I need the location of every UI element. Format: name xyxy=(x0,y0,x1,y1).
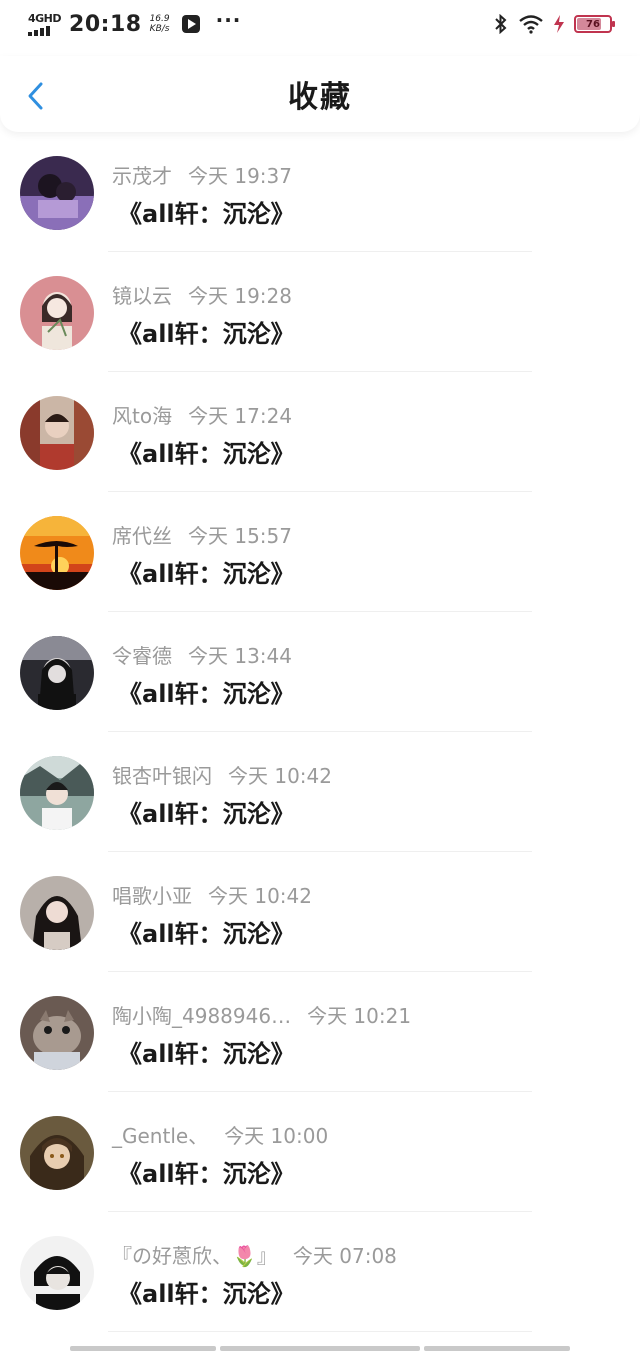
avatar[interactable] xyxy=(20,636,94,710)
username[interactable]: 银杏叶银闪 xyxy=(112,760,212,789)
username[interactable]: 陶小陶_4988946… xyxy=(112,1000,291,1029)
item-meta: 陶小陶_4988946… 今天 10:21 xyxy=(112,1000,411,1029)
item-meta: 席代丝 今天 15:57 xyxy=(112,520,292,549)
list-item[interactable]: 陶小陶_4988946… 今天 10:21 《all轩：沉沦》 xyxy=(0,972,640,1092)
bottom-indicator xyxy=(70,1346,570,1351)
page-title: 收藏 xyxy=(288,80,352,115)
item-meta: 镜以云 今天 19:28 xyxy=(112,280,292,309)
bluetooth-icon xyxy=(495,14,507,34)
indicator-segment xyxy=(220,1346,420,1351)
timestamp: 今天 15:57 xyxy=(188,524,292,548)
item-title[interactable]: 《all轩：沉沦》 xyxy=(118,1154,295,1189)
item-title[interactable]: 《all轩：沉沦》 xyxy=(118,1034,295,1069)
network-type: 4GHD xyxy=(28,11,62,25)
item-meta: 唱歌小亚 今天 10:42 xyxy=(112,880,312,909)
item-title[interactable]: 《all轩：沉沦》 xyxy=(118,314,295,349)
wifi-icon xyxy=(519,15,543,34)
avatar[interactable] xyxy=(20,156,94,230)
item-meta: 银杏叶银闪 今天 10:42 xyxy=(112,760,332,789)
username[interactable]: 令睿德 xyxy=(112,640,172,669)
timestamp: 今天 10:00 xyxy=(224,1124,329,1148)
item-title[interactable]: 《all轩：沉沦》 xyxy=(118,1274,295,1309)
list-item[interactable]: 示茂才 今天 19:37 《all轩：沉沦》 xyxy=(0,132,640,252)
more-notifications-icon: ··· xyxy=(215,8,242,32)
avatar[interactable] xyxy=(20,996,94,1070)
battery-level: 76 xyxy=(586,18,600,30)
list-item[interactable]: 唱歌小亚 今天 10:42 《all轩：沉沦》 xyxy=(0,852,640,972)
username[interactable]: _Gentle、 xyxy=(112,1120,208,1149)
chevron-left-icon xyxy=(28,82,43,110)
item-meta: 风to海 今天 17:24 xyxy=(112,400,292,429)
favorites-list: 示茂才 今天 19:37 《all轩：沉沦》 镜以云 今天 19:28 《all… xyxy=(0,132,640,1332)
indicator-segment xyxy=(70,1346,216,1351)
avatar[interactable] xyxy=(20,396,94,470)
battery-icon: 76 xyxy=(574,15,615,33)
indicator-segment xyxy=(424,1346,570,1351)
avatar[interactable] xyxy=(20,1116,94,1190)
timestamp: 今天 10:21 xyxy=(307,1004,412,1028)
item-title[interactable]: 《all轩：沉沦》 xyxy=(118,194,295,229)
list-item[interactable]: 镜以云 今天 19:28 《all轩：沉沦》 xyxy=(0,252,640,372)
back-button[interactable] xyxy=(22,78,52,114)
item-title[interactable]: 《all轩：沉沦》 xyxy=(118,554,295,589)
speed-unit: KB/s xyxy=(149,24,170,34)
timestamp: 今天 19:28 xyxy=(188,284,292,308)
video-app-icon xyxy=(181,15,200,33)
avatar[interactable] xyxy=(20,276,94,350)
timestamp: 今天 07:08 xyxy=(292,1244,397,1268)
list-item[interactable]: 银杏叶银闪 今天 10:42 《all轩：沉沦》 xyxy=(0,732,640,852)
speed-value: 16.9 xyxy=(149,14,170,24)
network-indicator: 4GHD xyxy=(28,11,62,36)
username[interactable]: 风to海 xyxy=(112,400,172,429)
username[interactable]: 席代丝 xyxy=(112,520,172,549)
status-bar: 4GHD 20:18 16.9 KB/s ··· 76 xyxy=(0,0,640,48)
avatar[interactable] xyxy=(20,1236,94,1310)
item-meta: 『の好蒽欣、🌷』 今天 07:08 xyxy=(112,1240,397,1269)
username[interactable]: 示茂才 xyxy=(112,160,172,189)
avatar[interactable] xyxy=(20,756,94,830)
username[interactable]: 镜以云 xyxy=(112,280,172,309)
avatar[interactable] xyxy=(20,876,94,950)
charging-icon xyxy=(554,15,564,33)
signal-icon xyxy=(28,25,50,36)
header: 收藏 xyxy=(0,56,640,132)
item-meta: 令睿德 今天 13:44 xyxy=(112,640,292,669)
username[interactable]: 『の好蒽欣、🌷』 xyxy=(112,1240,277,1269)
status-right: 76 xyxy=(494,14,615,34)
divider xyxy=(108,1331,532,1332)
screen: 4GHD 20:18 16.9 KB/s ··· 76 收藏 示茂才 今天 19… xyxy=(0,0,640,1351)
timestamp: 今天 13:44 xyxy=(188,644,292,668)
clock: 20:18 xyxy=(69,11,142,37)
timestamp: 今天 17:24 xyxy=(188,404,293,428)
list-item[interactable]: 风to海 今天 17:24 《all轩：沉沦》 xyxy=(0,372,640,492)
status-left: 4GHD 20:18 16.9 KB/s ··· xyxy=(28,8,241,37)
list-item[interactable]: _Gentle、 今天 10:00 《all轩：沉沦》 xyxy=(0,1092,640,1212)
network-speed: 16.9 KB/s xyxy=(150,14,170,34)
timestamp: 今天 10:42 xyxy=(208,884,312,908)
item-meta: _Gentle、 今天 10:00 xyxy=(112,1120,328,1149)
list-item[interactable]: 『の好蒽欣、🌷』 今天 07:08 《all轩：沉沦》 xyxy=(0,1212,640,1332)
item-title[interactable]: 《all轩：沉沦》 xyxy=(118,794,295,829)
item-title[interactable]: 《all轩：沉沦》 xyxy=(118,674,295,709)
avatar[interactable] xyxy=(20,516,94,590)
list-item[interactable]: 席代丝 今天 15:57 《all轩：沉沦》 xyxy=(0,492,640,612)
username[interactable]: 唱歌小亚 xyxy=(112,880,192,909)
item-title[interactable]: 《all轩：沉沦》 xyxy=(118,434,295,469)
timestamp: 今天 19:37 xyxy=(188,164,292,188)
item-title[interactable]: 《all轩：沉沦》 xyxy=(118,914,295,949)
list-item[interactable]: 令睿德 今天 13:44 《all轩：沉沦》 xyxy=(0,612,640,732)
item-meta: 示茂才 今天 19:37 xyxy=(112,160,292,189)
timestamp: 今天 10:42 xyxy=(228,764,332,788)
